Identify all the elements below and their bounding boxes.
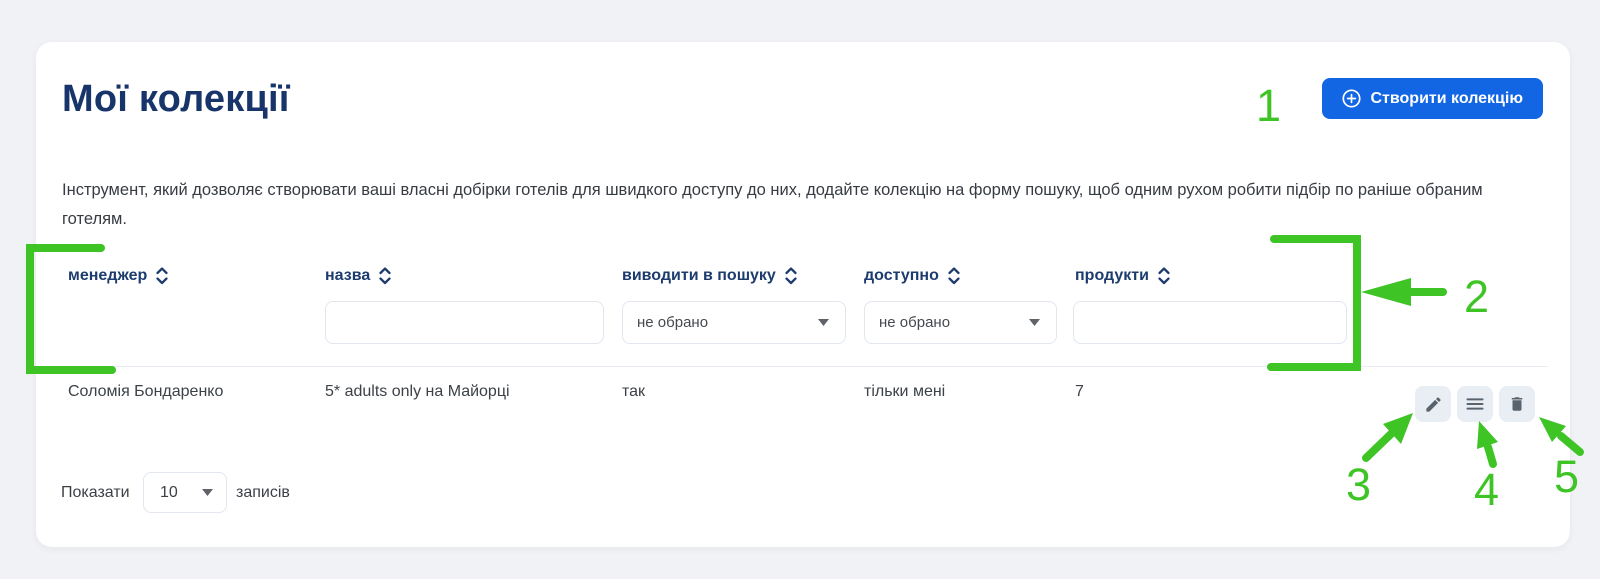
column-header-show-in-search[interactable]: виводити в пошуку (622, 264, 798, 288)
details-button[interactable] (1457, 386, 1493, 422)
hamburger-icon (1465, 394, 1485, 414)
page-size-label-before: Показати (61, 484, 130, 502)
filter-select-available[interactable]: не обрано (864, 301, 1057, 344)
page-size-label-after: записів (236, 484, 290, 502)
page-title: Мої колекції (62, 78, 290, 121)
column-header-label: виводити в пошуку (622, 267, 776, 285)
caret-down-icon (1029, 319, 1040, 326)
column-header-label: продукти (1075, 267, 1149, 285)
filter-select-value: не обрано (879, 314, 950, 331)
sort-icon[interactable] (155, 266, 169, 286)
create-collection-button[interactable]: Створити колекцію (1322, 78, 1544, 119)
column-header-available[interactable]: доступно (864, 264, 961, 288)
pencil-icon (1424, 395, 1443, 414)
table-divider (60, 366, 1548, 367)
create-collection-label: Створити колекцію (1371, 90, 1524, 108)
filter-select-show-in-search[interactable]: не обрано (622, 301, 846, 344)
cell-available: тільки мені (864, 383, 945, 401)
column-header-label: менеджер (68, 267, 147, 285)
filter-input-name[interactable] (325, 301, 604, 344)
caret-down-icon (818, 319, 829, 326)
column-header-manager[interactable]: менеджер (68, 264, 169, 288)
edit-button[interactable] (1415, 386, 1451, 422)
filter-select-value: не обрано (637, 314, 708, 331)
plus-circle-icon (1342, 89, 1361, 108)
sort-icon[interactable] (784, 266, 798, 286)
cell-manager: Соломія Бондаренко (68, 383, 223, 401)
cell-show-in-search: так (622, 383, 645, 401)
column-header-products[interactable]: продукти (1075, 264, 1171, 288)
column-header-label: доступно (864, 267, 939, 285)
page-description: Інструмент, який дозволяє створювати ваш… (62, 176, 1498, 234)
collections-card: Мої колекції Створити колекцію Інструмен… (36, 42, 1570, 547)
sort-icon[interactable] (1157, 266, 1171, 286)
caret-down-icon (202, 489, 213, 496)
sort-icon[interactable] (947, 266, 961, 286)
delete-button[interactable] (1499, 386, 1535, 422)
page-size-value: 10 (160, 484, 178, 502)
page-size-select[interactable]: 10 (143, 472, 227, 513)
cell-products: 7 (1075, 383, 1084, 401)
page: Мої колекції Створити колекцію Інструмен… (0, 0, 1600, 579)
column-header-label: назва (325, 267, 370, 285)
cell-name: 5* adults only на Майорці (325, 383, 510, 401)
filter-input-products[interactable] (1073, 301, 1347, 344)
trash-icon (1508, 395, 1526, 413)
column-header-name[interactable]: назва (325, 264, 392, 288)
sort-icon[interactable] (378, 266, 392, 286)
